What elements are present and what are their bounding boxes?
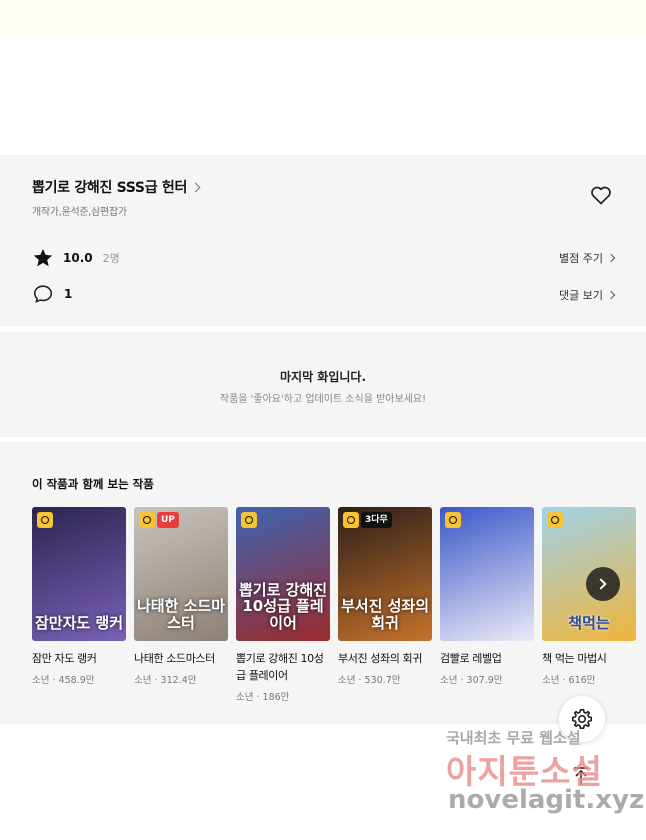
blank-area bbox=[0, 40, 646, 155]
rec-card[interactable]: UP 나태한 소드마스터 나태한 소드마스터 소년 · 312.4만 bbox=[134, 507, 228, 686]
rec-card[interactable]: 책먹는 책 먹는 마법시 소년 · 616만 bbox=[542, 507, 636, 686]
rating-count: 2명 bbox=[102, 252, 120, 265]
rate-button[interactable]: 별점 주기 bbox=[559, 250, 616, 266]
rating-summary: 10.0 2명 bbox=[32, 247, 120, 269]
comments-button[interactable]: 댓글 보기 bbox=[559, 287, 616, 303]
wait-free-clock-icon bbox=[547, 512, 563, 528]
rec-title: 부서진 성좌의 회귀 bbox=[338, 652, 422, 665]
comment-count: 1 bbox=[64, 287, 73, 301]
carousel-next-button[interactable] bbox=[586, 567, 620, 601]
work-title-link[interactable]: 뽑기로 강해진 SSS급 헌터 bbox=[32, 177, 201, 197]
comments-button-label: 댓글 보기 bbox=[559, 289, 603, 302]
cover-title-art: 뽑기로 강해진 10성급 플레이어 bbox=[238, 580, 328, 632]
cover-title-art: 책먹는 bbox=[568, 613, 610, 632]
rec-title: 뽑기로 강해진 10성급 플레이어 bbox=[236, 652, 324, 682]
wait-free-clock-icon bbox=[241, 512, 257, 528]
rec-cover[interactable]: 뽑기로 강해진 10성급 플레이어 bbox=[236, 507, 330, 641]
comment-icon bbox=[33, 285, 53, 303]
last-episode-title: 마지막 화입니다. bbox=[279, 370, 367, 384]
cover-title-art: 부서진 성좌의 회귀 bbox=[340, 597, 430, 632]
rec-meta: 소년 · 530.7만 bbox=[338, 675, 401, 686]
chevron-right-icon bbox=[595, 578, 607, 590]
rec-cover[interactable]: UP 나태한 소드마스터 bbox=[134, 507, 228, 641]
last-episode-subtitle: 작품을 '좋아요'하고 업데이트 소식을 받아보세요! bbox=[219, 394, 427, 405]
recommendations-section: 이 작품과 함께 보는 작품 잠만자도 랭커 잠만 자도 랭커 소년 · 458… bbox=[0, 442, 646, 724]
star-icon bbox=[33, 248, 53, 267]
rec-card[interactable]: 잠만자도 랭커 잠만 자도 랭커 소년 · 458.9만 bbox=[32, 507, 126, 686]
rec-cover[interactable] bbox=[440, 507, 534, 641]
rec-meta: 소년 · 616만 bbox=[542, 675, 596, 686]
three-day-free-badge: 3다무 bbox=[361, 512, 392, 528]
rec-meta: 소년 · 312.4만 bbox=[134, 675, 197, 686]
chevron-right-icon bbox=[190, 182, 201, 192]
recommendations-heading: 이 작품과 함께 보는 작품 bbox=[32, 477, 154, 491]
comment-summary: 1 bbox=[32, 283, 72, 305]
work-authors: 개작가,윤석준,삼편잡가 bbox=[32, 207, 127, 218]
rate-button-label: 별점 주기 bbox=[559, 252, 603, 265]
cover-title-art: 잠만자도 랭커 bbox=[34, 613, 124, 632]
watermark-line3: novelagit.xyz bbox=[448, 785, 645, 815]
rec-card[interactable]: 3다무 부서진 성좌의 회귀 부서진 성좌의 회귀 소년 · 530.7만 bbox=[338, 507, 432, 686]
rec-meta: 소년 · 186만 bbox=[236, 692, 290, 703]
heart-icon[interactable] bbox=[589, 183, 613, 207]
wait-free-clock-icon bbox=[445, 512, 461, 528]
rec-title: 잠만 자도 랭커 bbox=[32, 652, 97, 665]
rec-meta: 소년 · 307.9만 bbox=[440, 675, 503, 686]
chevron-right-icon bbox=[606, 290, 616, 300]
rating-value: 10.0 bbox=[63, 251, 93, 265]
chevron-right-icon bbox=[606, 253, 616, 263]
last-episode-notice: 마지막 화입니다. 작품을 '좋아요'하고 업데이트 소식을 받아보세요! bbox=[0, 332, 646, 437]
work-info-panel: 뽑기로 강해진 SSS급 헌터 개작가,윤석준,삼편잡가 10.0 2명 별점 … bbox=[0, 155, 646, 326]
up-badge: UP bbox=[157, 512, 179, 528]
work-title: 뽑기로 강해진 SSS급 헌터 bbox=[32, 180, 188, 196]
cover-title-art: 나태한 소드마스터 bbox=[136, 597, 226, 632]
rec-card[interactable]: 뽑기로 강해진 10성급 플레이어 뽑기로 강해진 10성급 플레이어 소년 ·… bbox=[236, 507, 330, 703]
rec-title: 책 먹는 마법시 bbox=[542, 652, 607, 665]
rec-title: 검빨로 레벨업 bbox=[440, 652, 502, 665]
wait-free-clock-icon bbox=[139, 512, 155, 528]
rec-meta: 소년 · 458.9만 bbox=[32, 675, 95, 686]
wait-free-clock-icon bbox=[37, 512, 53, 528]
rec-title: 나태한 소드마스터 bbox=[134, 652, 215, 665]
wait-free-clock-icon bbox=[343, 512, 359, 528]
rec-card[interactable]: 검빨로 레벨업 소년 · 307.9만 bbox=[440, 507, 534, 686]
rec-cover[interactable]: 잠만자도 랭커 bbox=[32, 507, 126, 641]
top-banner-area bbox=[0, 0, 646, 40]
rec-cover[interactable]: 3다무 부서진 성좌의 회귀 bbox=[338, 507, 432, 641]
